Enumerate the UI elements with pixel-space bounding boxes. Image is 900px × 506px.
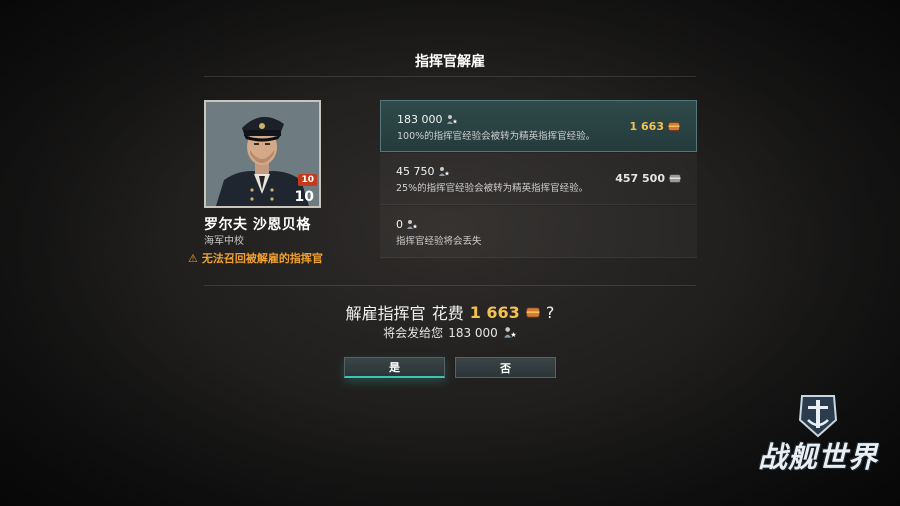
confirm-suffix: ? bbox=[545, 302, 555, 322]
option-cost-value: 457 500 bbox=[615, 172, 665, 185]
yes-button[interactable]: 是 bbox=[344, 357, 445, 378]
commander-xp-icon bbox=[407, 219, 418, 229]
option-xp: 183 000 bbox=[397, 113, 458, 126]
credits-icon bbox=[669, 174, 681, 183]
title-divider bbox=[204, 76, 696, 77]
warning-triangle-icon: ⚠ bbox=[188, 251, 198, 265]
commander-name: 罗尔夫 沙恩贝格 bbox=[204, 217, 311, 233]
doubloon-icon bbox=[668, 122, 680, 131]
confirm-grant: 将会发给您 183 000 bbox=[0, 324, 900, 341]
no-button[interactable]: 否 bbox=[455, 357, 556, 378]
option-cost-value: 1 663 bbox=[629, 120, 664, 133]
commander-xp-icon bbox=[503, 326, 517, 338]
option-full-xp[interactable]: 183 000 100%的指挥官经验会被转为精英指挥官经验。 1 663 bbox=[380, 100, 697, 152]
commander-level: 10 bbox=[294, 189, 314, 205]
option-xp: 0 bbox=[396, 218, 418, 231]
grant-label: 将会发给您 bbox=[383, 326, 444, 340]
dialog-title: 指挥官解雇 bbox=[415, 54, 485, 70]
option-description: 指挥官经验将会丢失 bbox=[396, 236, 482, 247]
commander-xp-icon bbox=[438, 166, 450, 176]
dismiss-commander-dialog: 指挥官解雇 10 10 罗尔夫 沙恩贝格 海军中校 ⚠ 无法召回被解雇的指挥官 … bbox=[0, 0, 900, 506]
confirm-question: 解雇指挥官 花费 1 663 ? bbox=[0, 300, 900, 324]
logo-text: 战舰世界 bbox=[757, 440, 878, 474]
option-xp: 45 750 bbox=[396, 165, 450, 178]
section-divider bbox=[204, 285, 696, 286]
option-xp-value: 45 750 bbox=[396, 165, 435, 178]
confirm-cost-value: 1 663 bbox=[469, 302, 520, 322]
option-description: 100%的指挥官经验会被转为精英指挥官经验。 bbox=[397, 131, 596, 142]
doubloon-icon bbox=[525, 306, 540, 318]
option-xp-value: 183 000 bbox=[397, 113, 443, 126]
option-partial-xp[interactable]: 45 750 25%的指挥官经验会被转为精英指挥官经验。 457 500 bbox=[380, 153, 697, 205]
level-badge: 10 bbox=[298, 174, 317, 186]
option-cost: 1 663 bbox=[630, 120, 680, 133]
grant-xp-value: 183 000 bbox=[448, 325, 498, 340]
option-cost: 457 500 bbox=[615, 172, 681, 185]
confirm-cost-label: 花费 bbox=[431, 304, 464, 323]
option-no-xp[interactable]: 0 指挥官经验将会丢失 bbox=[380, 206, 697, 258]
dismiss-warning: ⚠ 无法召回被解雇的指挥官 bbox=[188, 250, 323, 266]
dismiss-options: 183 000 100%的指挥官经验会被转为精英指挥官经验。 1 663 45 … bbox=[380, 100, 697, 259]
option-description: 25%的指挥官经验会被转为精英指挥官经验。 bbox=[396, 183, 589, 194]
game-logo: 战舰世界 bbox=[752, 392, 884, 488]
commander-rank: 海军中校 bbox=[204, 236, 244, 247]
confirm-prefix: 解雇指挥官 bbox=[345, 304, 426, 323]
commander-portrait: 10 10 bbox=[204, 100, 321, 208]
option-xp-value: 0 bbox=[396, 218, 403, 231]
warning-text: 无法召回被解雇的指挥官 bbox=[201, 252, 323, 265]
commander-xp-icon bbox=[446, 114, 458, 124]
